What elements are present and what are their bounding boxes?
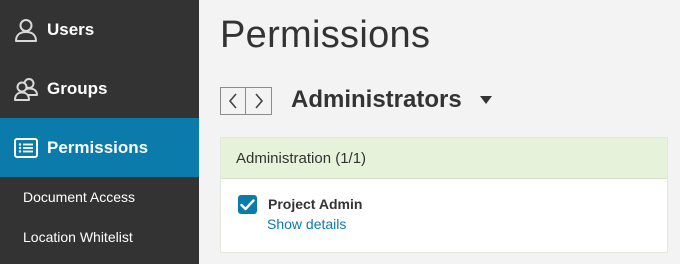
checkmark-icon <box>240 198 255 210</box>
page-title: Permissions <box>220 14 431 56</box>
next-group-button[interactable] <box>246 87 272 115</box>
sidebar-item-label: Permissions <box>47 137 149 157</box>
user-icon <box>15 18 37 42</box>
group-dropdown[interactable]: Administrators <box>291 86 492 114</box>
show-details-link[interactable]: Show details <box>267 216 346 232</box>
permissions-panel: Administration (1/1) Project Admin Show … <box>220 137 668 253</box>
panel-header: Administration (1/1) <box>221 138 667 179</box>
permission-checkbox[interactable] <box>238 195 257 214</box>
sidebar-item-users[interactable]: Users <box>0 0 199 59</box>
sidebar: Users Groups Permissions Document Access… <box>0 0 199 264</box>
sidebar-item-label: Users <box>47 19 95 39</box>
permission-label: Project Admin <box>268 196 363 212</box>
sidebar-item-groups[interactable]: Groups <box>0 59 199 118</box>
list-icon <box>14 137 38 158</box>
sidebar-subitem-document-access[interactable]: Document Access <box>23 189 135 205</box>
group-pager <box>220 87 272 115</box>
chevron-right-icon <box>254 93 263 109</box>
sidebar-item-label: Groups <box>47 78 108 98</box>
chevron-left-icon <box>228 93 237 109</box>
sidebar-subitem-location-whitelist[interactable]: Location Whitelist <box>23 229 133 245</box>
groups-icon <box>14 77 38 101</box>
caret-down-icon <box>479 96 492 104</box>
sidebar-item-permissions[interactable]: Permissions <box>0 118 199 177</box>
group-dropdown-value: Administrators <box>291 86 462 113</box>
previous-group-button[interactable] <box>220 87 246 115</box>
